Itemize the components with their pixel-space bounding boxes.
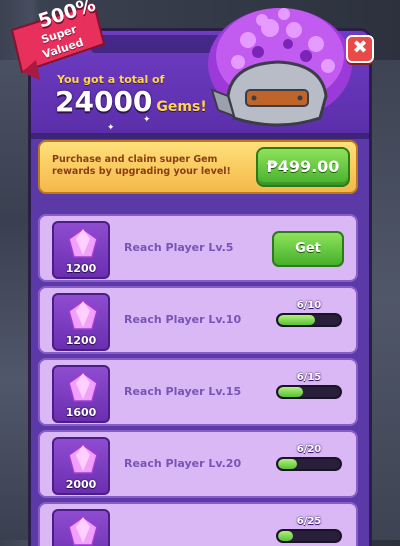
reward-label: Reach Player Lv.15	[124, 385, 242, 398]
reward-row-lv5: 1200 Reach Player Lv.5 Get	[38, 214, 358, 282]
progress-track	[276, 313, 342, 327]
gem-icon	[68, 300, 98, 330]
background-right-panel	[370, 60, 400, 540]
reward-label: Reach Player Lv.10	[124, 313, 242, 326]
gem-pile-icon	[188, 0, 358, 140]
progress-track	[276, 385, 342, 399]
progress-fill	[278, 531, 293, 541]
reward-label: Reach Player Lv.20	[124, 457, 242, 470]
progress-fill	[278, 459, 297, 469]
gem-tile	[52, 509, 110, 546]
reward-row-lv20: 2000 Reach Player Lv.20 6/20	[38, 430, 358, 498]
gem-amount: 1600	[65, 406, 97, 419]
sparkle-icon: ✦	[107, 123, 115, 133]
gem-total-number: 24000	[55, 85, 153, 118]
progress-track	[276, 529, 342, 543]
super-valued-badge: 500% Super Valued	[6, 0, 106, 82]
gem-tile: 2000	[52, 437, 110, 495]
progress-fill	[278, 387, 303, 397]
close-button[interactable]: ✖	[346, 35, 374, 63]
gem-icon	[68, 228, 98, 258]
reward-row-lv15: 1600 Reach Player Lv.15 6/15	[38, 358, 358, 426]
progress-fill	[278, 315, 316, 325]
get-button[interactable]: Get	[272, 231, 344, 267]
progress-text: 6/15	[296, 372, 322, 383]
progress-text: 6/20	[296, 444, 322, 455]
progress-text: 6/10	[296, 300, 322, 311]
reward-row-lv10: 1200 Reach Player Lv.10 6/10	[38, 286, 358, 354]
gem-total: 24000 Gems!	[55, 85, 207, 118]
close-icon: ✖	[352, 37, 368, 58]
background-left-panel	[0, 60, 28, 540]
reward-label: Reach Player Lv.5	[124, 241, 234, 254]
progress-track	[276, 457, 342, 471]
gem-amount: 1200	[65, 262, 97, 275]
sparkle-icon: ✦	[143, 115, 151, 125]
progress-bar: 6/20	[276, 444, 342, 471]
purchase-price-button[interactable]: ₱499.00	[256, 147, 350, 187]
purchase-description: Purchase and claim super Gem rewards by …	[52, 154, 231, 177]
gem-amount: 2000	[65, 478, 97, 491]
gem-icon	[68, 444, 98, 474]
progress-bar: 6/25	[276, 516, 342, 543]
purchase-banner: Purchase and claim super Gem rewards by …	[38, 140, 358, 194]
progress-text: 6/25	[296, 516, 322, 527]
gem-tile: 1600	[52, 365, 110, 423]
gem-icon	[68, 516, 98, 546]
gem-tile: 1200	[52, 221, 110, 279]
reward-row-lv25: 6/25	[38, 502, 358, 546]
progress-bar: 6/10	[276, 300, 342, 327]
gem-icon	[68, 372, 98, 402]
progress-bar: 6/15	[276, 372, 342, 399]
reward-list: 1200 Reach Player Lv.5 Get 1200 Reach Pl…	[38, 210, 358, 546]
gem-tile: 1200	[52, 293, 110, 351]
gem-amount: 1200	[65, 334, 97, 347]
